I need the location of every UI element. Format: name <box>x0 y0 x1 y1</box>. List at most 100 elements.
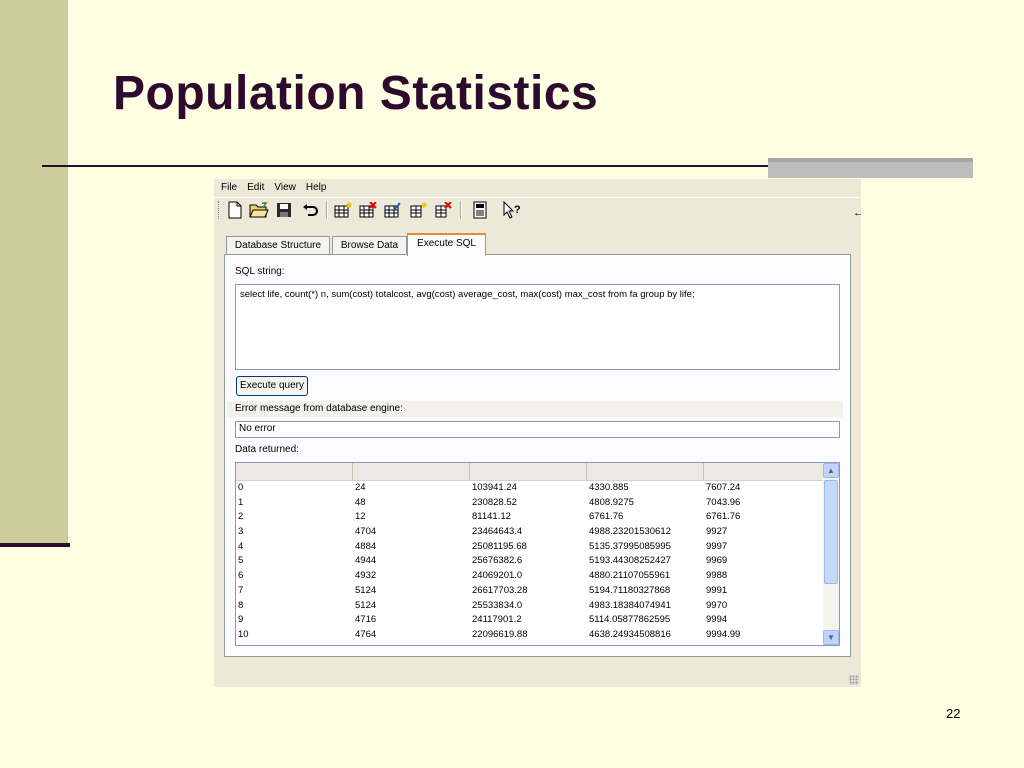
table-row[interactable]: 6 4932 24069201.0 4880.21107055961 9988 <box>236 569 824 584</box>
menu-edit[interactable]: Edit <box>242 181 269 195</box>
table-cell[interactable]: 10 <box>236 628 353 643</box>
table-cell[interactable]: 9991 <box>704 584 824 599</box>
scroll-up-icon[interactable]: ▲ <box>823 463 839 478</box>
table-cell[interactable]: 5114.05877862595 <box>587 613 704 628</box>
table-cell[interactable]: 8 <box>236 599 353 614</box>
sql-log-icon[interactable] <box>470 200 490 220</box>
table-cell[interactable]: 9994.99 <box>704 628 824 643</box>
table-cell[interactable]: 12 <box>353 510 470 525</box>
table-cell[interactable]: 26617703.28 <box>470 584 587 599</box>
table-row[interactable]: 10 4764 22096619.88 4638.24934508816 9994.99 <box>236 628 824 643</box>
results-grid[interactable]: 0 24 103941.24 4330.885 7607.24 1 48 230828.52 4… <box>235 462 840 646</box>
table-cell[interactable]: 4988.23201530612 <box>587 525 704 540</box>
table-cell[interactable]: 9994 <box>704 613 824 628</box>
table-cell[interactable]: 24 <box>353 481 470 496</box>
table-row[interactable]: 9 4716 24117901.2 5114.05877862595 9994 <box>236 613 824 628</box>
table-cell[interactable]: 25676382.6 <box>470 554 587 569</box>
table-cell[interactable]: 7 <box>236 584 353 599</box>
table-row[interactable]: 3 4704 23464643.4 4988.23201530612 9927 <box>236 525 824 540</box>
table-cell[interactable]: 81141.12 <box>470 510 587 525</box>
save-icon[interactable] <box>274 200 294 220</box>
table-cell[interactable]: 4983.18384074941 <box>587 599 704 614</box>
table-cell[interactable]: 6761.76 <box>587 510 704 525</box>
table-cell[interactable]: 4764 <box>353 628 470 643</box>
tab-database-structure[interactable]: Database Structure <box>226 236 330 254</box>
table-cell[interactable]: 9970 <box>704 599 824 614</box>
table-cell[interactable]: 4 <box>236 540 353 555</box>
table-cell[interactable]: 4880.21107055961 <box>587 569 704 584</box>
sql-string-input[interactable]: select life, count(*) n, sum(cost) total… <box>235 284 840 370</box>
table-row[interactable]: 8 5124 25533834.0 4983.18384074941 9970 <box>236 599 824 614</box>
table-cell[interactable]: 24069201.0 <box>470 569 587 584</box>
table-cell[interactable]: 4808.9275 <box>587 496 704 511</box>
delete-index-icon[interactable] <box>433 200 453 220</box>
table-cell[interactable]: 48 <box>353 496 470 511</box>
tab-execute-sql[interactable]: Execute SQL <box>407 233 486 256</box>
toolbar-separator <box>326 201 328 219</box>
table-cell[interactable]: 9997 <box>704 540 824 555</box>
column-header[interactable] <box>587 463 704 480</box>
table-cell[interactable]: 24117901.2 <box>470 613 587 628</box>
column-header[interactable] <box>470 463 587 480</box>
table-cell[interactable]: 5135.37995085995 <box>587 540 704 555</box>
table-cell[interactable]: 9 <box>236 613 353 628</box>
delete-table-icon[interactable] <box>358 200 378 220</box>
scroll-down-icon[interactable]: ▼ <box>823 630 839 645</box>
table-row[interactable]: 1 48 230828.52 4808.9275 7043.96 <box>236 496 824 511</box>
table-cell[interactable]: 3 <box>236 525 353 540</box>
tab-browse-data[interactable]: Browse Data <box>332 236 407 254</box>
table-row[interactable]: 2 12 81141.12 6761.76 6761.76 <box>236 510 824 525</box>
vertical-scrollbar[interactable]: ▲ ▼ <box>823 463 839 645</box>
table-row[interactable]: 4 4884 25081195.68 5135.37995085995 9997 <box>236 540 824 555</box>
table-cell[interactable]: 230828.52 <box>470 496 587 511</box>
scrollbar-thumb[interactable] <box>824 480 838 584</box>
create-index-icon[interactable] <box>408 200 428 220</box>
menu-help[interactable]: Help <box>301 181 332 195</box>
table-cell[interactable]: 5 <box>236 554 353 569</box>
table-cell[interactable]: 25533834.0 <box>470 599 587 614</box>
whats-this-help-icon[interactable]: ? <box>502 200 522 220</box>
new-file-icon[interactable] <box>225 200 245 220</box>
execute-query-button[interactable]: Execute query <box>236 376 308 396</box>
table-cell[interactable]: 6 <box>236 569 353 584</box>
table-cell[interactable]: 7043.96 <box>704 496 824 511</box>
table-cell[interactable]: 0 <box>236 481 353 496</box>
table-cell[interactable]: 4932 <box>353 569 470 584</box>
column-header[interactable] <box>353 463 470 480</box>
menu-view[interactable]: View <box>269 181 301 195</box>
table-cell[interactable]: 4330.885 <box>587 481 704 496</box>
create-table-icon[interactable] <box>333 200 353 220</box>
undo-icon[interactable] <box>300 200 320 220</box>
toolbar-grip[interactable] <box>218 201 222 219</box>
table-cell[interactable]: 2 <box>236 510 353 525</box>
table-row[interactable]: 5 4944 25676382.6 5193.44308252427 9969 <box>236 554 824 569</box>
table-cell[interactable]: 5124 <box>353 584 470 599</box>
table-cell[interactable]: 103941.24 <box>470 481 587 496</box>
table-cell[interactable]: 1 <box>236 496 353 511</box>
table-cell[interactable]: 5193.44308252427 <box>587 554 704 569</box>
table-cell[interactable]: 23464643.4 <box>470 525 587 540</box>
decorative-grey-bar <box>768 158 973 178</box>
table-cell[interactable]: 7607.24 <box>704 481 824 496</box>
menu-file[interactable]: File <box>216 181 242 195</box>
table-cell[interactable]: 9927 <box>704 525 824 540</box>
table-row[interactable]: 7 5124 26617703.28 5194.71180327868 9991 <box>236 584 824 599</box>
table-cell[interactable]: 5194.71180327868 <box>587 584 704 599</box>
table-cell[interactable]: 22096619.88 <box>470 628 587 643</box>
column-header[interactable] <box>236 463 353 480</box>
table-cell[interactable]: 6761.76 <box>704 510 824 525</box>
table-row[interactable]: 0 24 103941.24 4330.885 7607.24 <box>236 481 824 496</box>
column-header[interactable] <box>704 463 824 480</box>
open-folder-icon[interactable] <box>249 200 269 220</box>
table-cell[interactable]: 4944 <box>353 554 470 569</box>
resize-grip[interactable] <box>849 675 859 685</box>
table-cell[interactable]: 4716 <box>353 613 470 628</box>
table-cell[interactable]: 9988 <box>704 569 824 584</box>
table-cell[interactable]: 4704 <box>353 525 470 540</box>
modify-table-icon[interactable] <box>383 200 403 220</box>
table-cell[interactable]: 25081195.68 <box>470 540 587 555</box>
table-cell[interactable]: 5124 <box>353 599 470 614</box>
table-cell[interactable]: 4884 <box>353 540 470 555</box>
table-cell[interactable]: 4638.24934508816 <box>587 628 704 643</box>
table-cell[interactable]: 9969 <box>704 554 824 569</box>
